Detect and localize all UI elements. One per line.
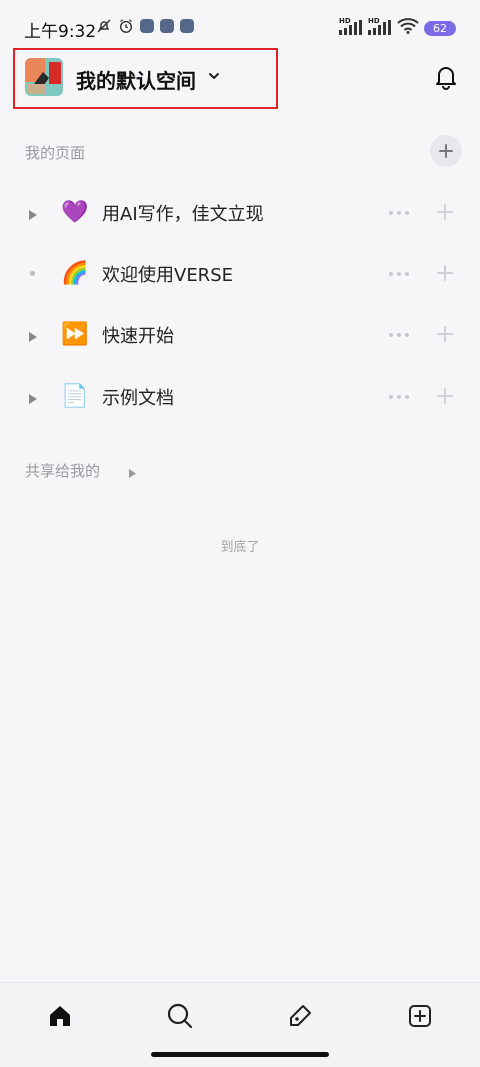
add-square-icon[interactable]: [405, 1001, 435, 1031]
signal-icon: HD: [368, 17, 392, 36]
add-subpage-icon[interactable]: [436, 264, 454, 286]
app-notification-icon: [140, 19, 154, 33]
wifi-icon: [397, 18, 419, 38]
workspace-switcher[interactable]: 我的默认空间: [13, 48, 278, 109]
page-row-sample-doc[interactable]: 📄 示例文档: [0, 371, 480, 421]
fast-forward-icon: ⏩: [61, 322, 89, 347]
more-options-icon[interactable]: [389, 395, 409, 399]
bullet-dot-icon: [30, 271, 35, 276]
page-title: 示例文档: [102, 388, 174, 409]
status-right-icons: HD HD 62: [339, 17, 456, 38]
status-left-icons: [96, 18, 194, 34]
bell-muted-icon: [96, 18, 112, 34]
battery-indicator: 62: [424, 20, 456, 36]
rainbow-icon: 🌈: [61, 261, 89, 286]
home-icon[interactable]: [45, 1001, 75, 1031]
edit-tag-icon[interactable]: [285, 1001, 315, 1031]
page-title: 欢迎使用VERSE: [102, 265, 233, 286]
home-indicator: [151, 1052, 329, 1057]
end-of-list-note: 到底了: [220, 540, 260, 555]
document-icon: 📄: [61, 384, 89, 409]
page-title: 快速开始: [102, 326, 174, 347]
app-notification-icon: [160, 19, 174, 33]
message-notification-icon: [180, 19, 194, 33]
page-row-quick-start[interactable]: ⏩ 快速开始: [0, 309, 480, 359]
plus-icon: [439, 144, 453, 158]
expand-triangle-icon[interactable]: [28, 328, 38, 347]
shared-with-me-title[interactable]: 共享给我的: [25, 460, 100, 481]
add-subpage-icon[interactable]: [436, 325, 454, 347]
add-page-button[interactable]: [430, 135, 462, 167]
expand-triangle-icon[interactable]: [28, 206, 38, 225]
page-row-welcome[interactable]: 🌈 欢迎使用VERSE: [0, 248, 480, 298]
expand-triangle-icon[interactable]: [28, 390, 38, 409]
purple-heart-icon: 💜: [61, 200, 89, 225]
status-time: 上午9:32: [24, 22, 97, 42]
signal-icon: HD: [339, 17, 363, 36]
add-subpage-icon[interactable]: [436, 387, 454, 409]
more-options-icon[interactable]: [389, 211, 409, 215]
more-options-icon[interactable]: [389, 272, 409, 276]
add-subpage-icon[interactable]: [436, 203, 454, 225]
my-pages-title: 我的页面: [25, 144, 86, 162]
page-row-ai-writing[interactable]: 💜 用AI写作，佳文立现: [0, 187, 480, 237]
alarm-icon: [118, 18, 134, 34]
notification-bell-icon[interactable]: [433, 64, 459, 94]
expand-triangle-icon[interactable]: [128, 464, 137, 483]
more-options-icon[interactable]: [389, 333, 409, 337]
workspace-avatar: [25, 58, 63, 96]
search-icon[interactable]: [165, 1001, 195, 1031]
workspace-name: 我的默认空间: [76, 69, 196, 93]
page-title: 用AI写作，佳文立现: [102, 204, 264, 225]
chevron-down-icon: [207, 68, 221, 87]
